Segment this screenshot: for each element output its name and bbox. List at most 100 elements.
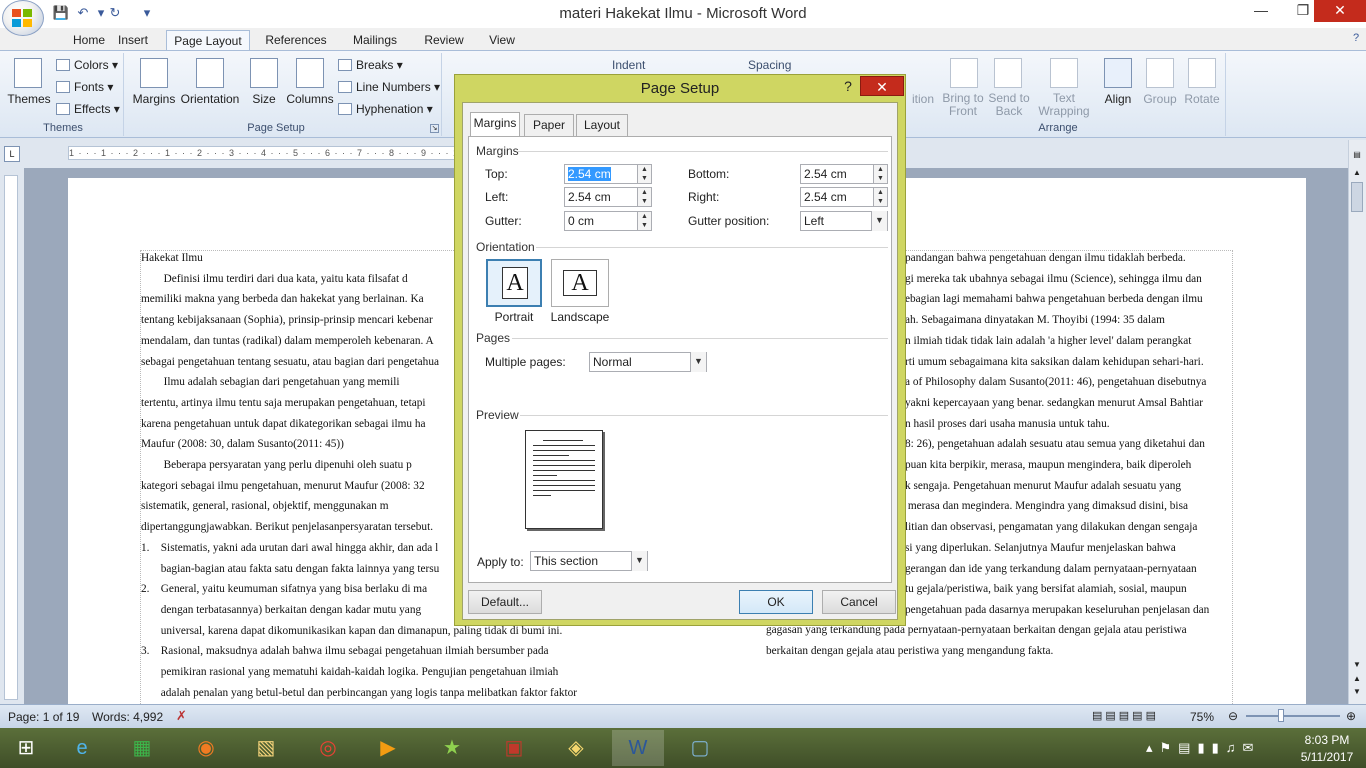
document-text-line[interactable]: tu gejala/peristiwa, baik yang bersifat … xyxy=(905,579,1233,600)
landscape-label[interactable]: Landscape xyxy=(550,310,610,324)
document-text-line[interactable]: n hasil proses dari usaha manusia untuk … xyxy=(905,414,1233,435)
view-buttons[interactable]: ▤▤▤▤▤ xyxy=(1092,709,1182,723)
document-text-line[interactable]: ebagian lagi memahami bahwa pengetahuan … xyxy=(905,289,1233,310)
send-to-back-button[interactable]: Send to Back xyxy=(986,92,1032,118)
colors-button[interactable]: Colors ▾ xyxy=(56,58,118,72)
right-margin-input[interactable]: 2.54 cm xyxy=(800,187,874,207)
zoom-slider-thumb[interactable] xyxy=(1278,709,1284,722)
document-text-line[interactable]: adalah penalan yang betul-betul dan perb… xyxy=(141,683,611,704)
zoom-level[interactable]: 75% xyxy=(1190,710,1214,724)
file-explorer-icon[interactable]: ▧ xyxy=(240,730,292,766)
tab-margins[interactable]: Margins xyxy=(470,112,520,136)
kbbi-icon[interactable]: ▣ xyxy=(488,730,540,766)
top-margin-input[interactable]: 2.54 cm xyxy=(564,164,638,184)
tab-mailings[interactable]: Mailings xyxy=(342,30,408,50)
themes-button[interactable]: Themes xyxy=(6,92,52,106)
help-icon[interactable]: ? xyxy=(1349,32,1363,46)
multiple-pages-dropdown-icon[interactable]: ▼ xyxy=(690,352,706,372)
firefox-icon[interactable]: ◉ xyxy=(180,730,232,766)
bottom-margin-spinner[interactable]: ▲ ▼ xyxy=(874,164,888,184)
document-text-line[interactable]: n ilmiah tidak tidak lain adalah 'a high… xyxy=(905,331,1233,352)
breaks-button[interactable]: Breaks ▾ xyxy=(338,58,403,72)
document-text-line[interactable]: si yang diperlukan. Selanjutnya Maufur m… xyxy=(905,538,1233,559)
system-tray-icons[interactable]: ▴⚑▤▮▮♫✉ xyxy=(1146,740,1260,756)
zoom-slider[interactable] xyxy=(1246,715,1340,717)
word-count[interactable]: Words: 4,992 xyxy=(92,710,163,724)
columns-button[interactable]: Columns xyxy=(284,92,336,106)
photo-viewer-icon[interactable]: ▢ xyxy=(674,730,726,766)
start-button-icon[interactable]: ⊞ xyxy=(0,730,52,766)
effects-button[interactable]: Effects ▾ xyxy=(56,102,120,116)
gutter-position-dropdown-icon[interactable]: ▼ xyxy=(871,211,887,231)
internet-explorer-icon[interactable]: e xyxy=(56,730,108,766)
rotate-button[interactable]: Rotate xyxy=(1180,92,1224,106)
right-margin-spinner[interactable]: ▲ ▼ xyxy=(874,187,888,207)
left-margin-spinner[interactable]: ▲ ▼ xyxy=(638,187,652,207)
clock-time[interactable]: 8:03 PM xyxy=(1296,733,1358,747)
tab-references[interactable]: References xyxy=(258,30,334,50)
document-text-line[interactable]: merasa dan megindera. Mengindra yang dim… xyxy=(905,496,1233,517)
line-numbers-button[interactable]: Line Numbers ▾ xyxy=(338,80,440,94)
cancel-button[interactable]: Cancel xyxy=(822,590,896,614)
word-taskbar-icon[interactable]: W xyxy=(612,730,664,766)
document-text-line[interactable]: pandangan bahwa pengetahuan dengan ilmu … xyxy=(905,248,1233,269)
next-page-icon[interactable]: ▼ xyxy=(1351,687,1363,699)
vertical-ruler[interactable] xyxy=(4,175,18,700)
zoom-in-icon[interactable]: ⊕ xyxy=(1346,709,1356,723)
close-window-button[interactable]: ✕ xyxy=(1314,0,1366,22)
tab-insert[interactable]: Insert xyxy=(108,30,158,50)
ok-button[interactable]: OK xyxy=(739,590,813,614)
document-text-line[interactable]: 8: 26), pengetahuan adalah sesuatu atau … xyxy=(905,434,1233,455)
gutter-spinner[interactable]: ▲ ▼ xyxy=(638,211,652,231)
scrollbar-thumb[interactable] xyxy=(1351,182,1363,212)
position-button[interactable]: ition xyxy=(906,92,940,106)
portrait-label[interactable]: Portrait xyxy=(486,310,542,324)
document-text-line[interactable]: a of Philosophy dalam Susanto(2011: 46),… xyxy=(905,372,1233,393)
page-setup-launcher-icon[interactable]: ↘ xyxy=(430,124,439,133)
tab-view[interactable]: View xyxy=(480,30,524,50)
chrome-icon[interactable]: ◎ xyxy=(302,730,354,766)
group-button[interactable]: Group xyxy=(1138,92,1182,106)
hyphenation-button[interactable]: Hyphenation ▾ xyxy=(338,102,433,116)
document-text-line[interactable]: rti umum sebagaimana kita saksikan dalam… xyxy=(905,352,1233,373)
media-player-icon[interactable]: ▶ xyxy=(362,730,414,766)
previous-page-icon[interactable]: ▲ xyxy=(1351,674,1363,686)
fonts-button[interactable]: Fonts ▾ xyxy=(56,80,113,94)
tab-review[interactable]: Review xyxy=(416,30,472,50)
store-icon[interactable]: ▦ xyxy=(116,730,168,766)
right-text-column-lower[interactable]: gagasan yang terkandung pada pernyataan-… xyxy=(766,620,1236,662)
document-text-line[interactable]: gerangan dan ide yang terkandung dalam p… xyxy=(905,559,1233,580)
dialog-help-icon[interactable]: ? xyxy=(838,78,858,98)
dialog-close-button[interactable]: ✕ xyxy=(860,76,904,96)
ruler-toggle-icon[interactable]: ▤ xyxy=(1351,150,1363,162)
document-text-line[interactable]: berkaitan dengan gejala atau peristiwa y… xyxy=(766,641,1236,662)
text-wrapping-button[interactable]: Text Wrapping xyxy=(1032,92,1096,118)
vertical-scrollbar[interactable] xyxy=(1348,140,1366,704)
document-text-line[interactable]: yakni kepercayaan yang benar. sedangkan … xyxy=(905,393,1233,414)
orientation-button[interactable]: Orientation xyxy=(178,92,242,106)
bottom-margin-input[interactable]: 2.54 cm xyxy=(800,164,874,184)
horizontal-ruler[interactable]: 1 · · · 1 · · · 2 · · · 1 · · · 2 · · · … xyxy=(68,146,458,160)
gutter-input[interactable]: 0 cm xyxy=(564,211,638,231)
proofing-icon[interactable]: ✗ xyxy=(176,708,187,724)
document-text-line[interactable]: ah. Sebagaimana dinyatakan M. Thoyibi (1… xyxy=(905,310,1233,331)
minimize-button[interactable]: — xyxy=(1244,0,1278,22)
align-button[interactable]: Align xyxy=(1096,92,1140,106)
paint-icon[interactable]: ◈ xyxy=(550,730,602,766)
document-text-line[interactable]: k sengaja. Pengetahuan menurut Maufur ad… xyxy=(905,476,1233,497)
document-text-line[interactable]: pengetahuan pada dasarnya merupakan kese… xyxy=(905,600,1233,621)
tab-paper[interactable]: Paper xyxy=(524,114,574,136)
document-text-line[interactable]: gi mereka tak ubahnya sebagai ilmu (Scie… xyxy=(905,269,1233,290)
scroll-down-icon[interactable]: ▼ xyxy=(1351,660,1363,672)
top-margin-spinner[interactable]: ▲ ▼ xyxy=(638,164,652,184)
tab-selector-icon[interactable]: L xyxy=(4,146,20,162)
clock-date[interactable]: 5/11/2017 xyxy=(1292,750,1362,764)
apply-to-dropdown-icon[interactable]: ▼ xyxy=(631,551,647,571)
document-text-line[interactable]: pemikiran rasional yang mematuhi kaidah-… xyxy=(141,662,611,683)
zoom-out-icon[interactable]: ⊖ xyxy=(1228,709,1238,723)
app-icon[interactable]: ★ xyxy=(426,730,478,766)
size-button[interactable]: Size xyxy=(246,92,282,106)
tab-layout[interactable]: Layout xyxy=(576,114,628,136)
bring-to-front-button[interactable]: Bring to Front xyxy=(940,92,986,118)
document-text-line[interactable]: puan kita berpikir, merasa, maupun mengi… xyxy=(905,455,1233,476)
